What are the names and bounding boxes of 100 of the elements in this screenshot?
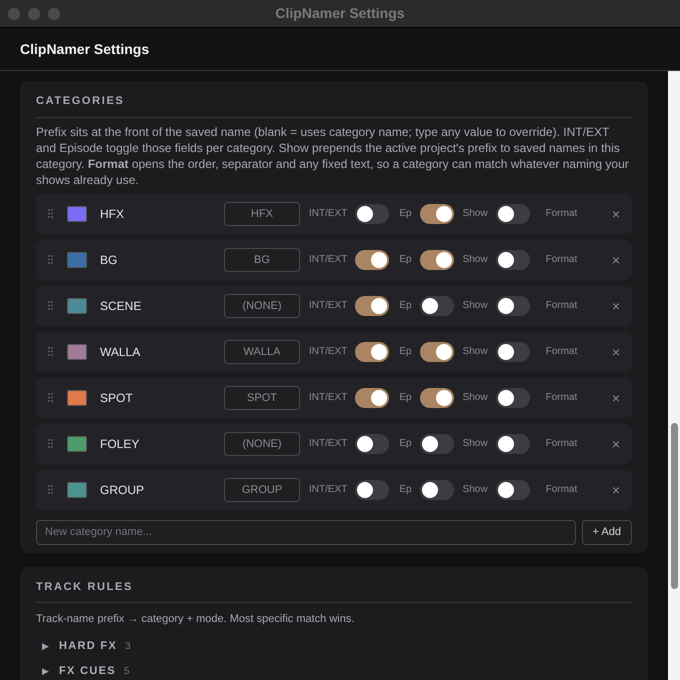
toggle-label: Ep [399, 253, 412, 267]
toggle-switch[interactable] [420, 296, 454, 316]
section-description: Prefix sits at the front of the saved name (blank = uses category name; type any value to override). INT/EXT and Episode toggle those fields per category. Show prepends the active project's prefix to saved names in this category. Format opens the order, separator and any fixed text, so a category can match whatever naming your shows already use. [36, 124, 630, 188]
prefix-field[interactable]: SPOT [224, 386, 300, 410]
toggle-label: Show [462, 437, 488, 451]
remove-button[interactable]: × [612, 436, 620, 450]
format-button[interactable]: Format [546, 344, 578, 359]
toggle-label: INT/EXT [309, 253, 348, 267]
toggle-switch[interactable] [355, 296, 390, 316]
scrollbar[interactable] [668, 71, 680, 680]
color-swatch[interactable] [67, 252, 87, 268]
drag-handle-icon[interactable] [48, 301, 53, 310]
drag-handle-icon[interactable] [48, 209, 53, 218]
toggle-label: Ep [399, 391, 412, 405]
group-count: 3 [125, 640, 131, 654]
toggle-switch[interactable] [496, 434, 530, 454]
group-count: 5 [124, 664, 130, 678]
toggle-label: Ep [399, 345, 412, 359]
toggle-label: Show [462, 391, 488, 405]
category-name: HFX [100, 206, 125, 222]
remove-button[interactable]: × [612, 252, 620, 266]
page-title: ClipNamer Settings [20, 40, 150, 59]
toggle-switch[interactable] [496, 480, 530, 500]
toggle-label: Ep [399, 207, 412, 221]
toggle-switch[interactable] [496, 342, 530, 362]
toggle-label: Show [462, 345, 488, 359]
category-name: FOLEY [100, 436, 140, 452]
toggle-label: Show [462, 483, 488, 497]
group-name: HARD FX [59, 639, 118, 654]
color-swatch[interactable] [67, 206, 87, 222]
toggle-label: INT/EXT [309, 345, 348, 359]
prefix-field[interactable]: WALLA [224, 340, 300, 364]
section-heading: CATEGORIES [36, 93, 632, 118]
add-button[interactable]: + Add [582, 520, 632, 544]
drag-handle-icon[interactable] [48, 485, 53, 494]
toggle-switch[interactable] [420, 388, 454, 408]
drag-handle-icon[interactable] [48, 439, 53, 448]
toggle-switch[interactable] [496, 388, 530, 408]
category-row[interactable]: BG BG INT/EXT Ep Show Format × [36, 240, 632, 280]
toggle-label: INT/EXT [309, 299, 348, 313]
prefix-field[interactable]: BG [224, 248, 300, 272]
toggle-switch[interactable] [355, 342, 390, 362]
new-category-field[interactable]: New category name... [36, 520, 576, 544]
category-row[interactable]: FOLEY (NONE) INT/EXT Ep Show Format × [36, 424, 632, 464]
toggle-label: INT/EXT [309, 437, 348, 451]
category-row[interactable]: WALLA WALLA INT/EXT Ep Show Format × [36, 332, 632, 372]
toggle-switch[interactable] [496, 250, 530, 270]
category-name: BG [100, 252, 118, 268]
prefix-field[interactable]: (NONE) [224, 294, 300, 318]
toggle-switch[interactable] [420, 342, 454, 362]
color-swatch[interactable] [67, 390, 87, 406]
category-row[interactable]: GROUP GROUP INT/EXT Ep Show Format × [36, 470, 632, 510]
disclosure-arrow: ▶ [42, 664, 49, 678]
drag-handle-icon[interactable] [48, 393, 53, 402]
format-button[interactable]: Format [546, 298, 578, 313]
toggle-switch[interactable] [355, 434, 390, 454]
toggle-label: INT/EXT [309, 483, 348, 497]
remove-button[interactable]: × [612, 390, 620, 404]
drag-handle-icon[interactable] [48, 347, 53, 356]
toggle-switch[interactable] [420, 250, 454, 270]
format-button[interactable]: Format [546, 482, 578, 497]
toggle-switch[interactable] [420, 434, 454, 454]
category-row[interactable]: SCENE (NONE) INT/EXT Ep Show Format × [36, 286, 632, 326]
drag-handle-icon[interactable] [48, 255, 53, 264]
prefix-field[interactable]: HFX [224, 202, 300, 226]
format-button[interactable]: Format [546, 436, 578, 451]
section-description: Track-name prefix → category + mode. Most specific match wins. [36, 612, 356, 627]
format-button[interactable]: Format [546, 252, 578, 267]
remove-button[interactable]: × [612, 344, 620, 358]
color-swatch[interactable] [67, 436, 87, 452]
prefix-field[interactable]: (NONE) [224, 432, 300, 456]
toggle-label: Ep [399, 299, 412, 313]
scrollbar-thumb[interactable] [670, 423, 678, 589]
toggle-label: Ep [399, 437, 412, 451]
category-row[interactable]: SPOT SPOT INT/EXT Ep Show Format × [36, 378, 632, 418]
rule-group[interactable]: ▶ HARD FX 3 [36, 638, 632, 654]
format-button[interactable]: Format [546, 206, 578, 221]
remove-button[interactable]: × [612, 482, 620, 496]
prefix-field[interactable]: GROUP [224, 478, 300, 502]
toggle-switch[interactable] [355, 388, 390, 408]
color-swatch[interactable] [67, 344, 87, 360]
toggle-switch[interactable] [420, 480, 454, 500]
remove-button[interactable]: × [612, 298, 620, 312]
color-swatch[interactable] [67, 482, 87, 498]
toggle-label: Show [462, 253, 488, 267]
toggle-switch[interactable] [355, 480, 390, 500]
window-title: ClipNamer Settings [275, 4, 405, 23]
toggle-switch[interactable] [496, 204, 530, 224]
toggle-switch[interactable] [496, 296, 530, 316]
toggle-switch[interactable] [420, 204, 454, 224]
format-button[interactable]: Format [546, 390, 578, 405]
category-row[interactable]: HFX HFX INT/EXT Ep Show Format × [36, 194, 632, 234]
toggle-switch[interactable] [355, 250, 390, 270]
rule-group[interactable]: ▶ FX CUES 5 [36, 662, 632, 679]
color-swatch[interactable] [67, 298, 87, 314]
toggle-label: INT/EXT [309, 207, 348, 221]
category-name: GROUP [100, 482, 146, 498]
toggle-switch[interactable] [355, 204, 390, 224]
section-heading: TRACK RULES [36, 578, 632, 603]
remove-button[interactable]: × [612, 206, 620, 220]
